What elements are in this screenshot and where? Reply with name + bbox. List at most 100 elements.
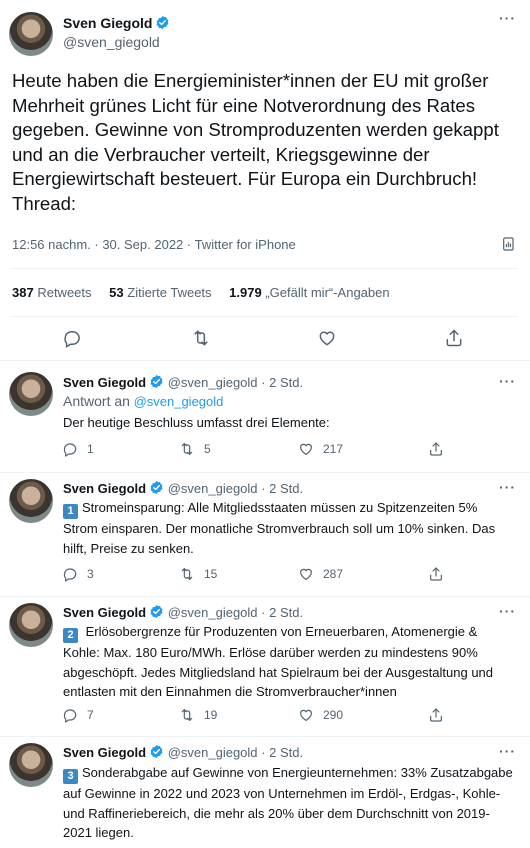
like-action[interactable]: 217 bbox=[298, 441, 343, 457]
author-name[interactable]: Sven Giegold bbox=[63, 375, 146, 390]
divider bbox=[0, 596, 530, 597]
tweet-text: Der heutige Beschluss umfasst drei Eleme… bbox=[63, 415, 330, 430]
tweet-timestamp[interactable]: 12:56 nachm. · 30. Sep. 2022 · Twitter f… bbox=[12, 237, 296, 252]
like-action[interactable]: 287 bbox=[298, 566, 343, 582]
author-handle[interactable]: @sven_giegold bbox=[168, 605, 258, 620]
like-action[interactable]: 290 bbox=[298, 707, 343, 723]
retweet-action[interactable]: 5 bbox=[179, 441, 211, 457]
author-avatar[interactable] bbox=[9, 12, 53, 56]
keycap-badge: 3 bbox=[63, 769, 78, 784]
retweet-count: 5 bbox=[204, 442, 211, 456]
author-handle[interactable]: @sven_giegold bbox=[168, 481, 258, 496]
reply-action[interactable]: 3 bbox=[62, 566, 94, 582]
verified-badge-icon bbox=[149, 374, 164, 389]
reply-header: Sven Giegold @sven_giegold · 2 Std. bbox=[63, 374, 303, 390]
tweet-time[interactable]: · 2 Std. bbox=[261, 481, 303, 496]
like-count: 287 bbox=[323, 567, 344, 581]
heart-icon bbox=[298, 441, 314, 457]
divider bbox=[12, 316, 518, 317]
tweet-time[interactable]: · 2 Std. bbox=[261, 605, 303, 620]
tweet-text-block: 2 Erlösobergrenze für Produzenten von Er… bbox=[63, 622, 515, 702]
avatar[interactable] bbox=[9, 743, 53, 787]
more-icon[interactable]: ··· bbox=[499, 743, 516, 759]
more-icon[interactable]: ··· bbox=[499, 479, 516, 495]
more-icon[interactable]: ··· bbox=[499, 10, 516, 26]
retweet-icon bbox=[179, 441, 195, 457]
verified-badge-icon bbox=[149, 604, 164, 619]
author-name[interactable]: Sven Giegold bbox=[63, 745, 146, 760]
tweet-text: Erlösobergrenze für Produzenten von Erne… bbox=[63, 624, 494, 699]
reply-to-handle[interactable]: @sven_giegold bbox=[134, 394, 224, 409]
avatar[interactable] bbox=[9, 603, 53, 647]
reply-header: Sven Giegold @sven_giegold · 2 Std. bbox=[63, 744, 303, 760]
author-name[interactable]: Sven Giegold bbox=[63, 15, 152, 31]
share-icon bbox=[428, 707, 444, 723]
verified-badge-icon bbox=[149, 480, 164, 495]
likes-label: „Gefällt mir“-Angaben bbox=[265, 285, 390, 300]
reply-to-label: Antwort an bbox=[63, 393, 130, 409]
avatar[interactable] bbox=[9, 372, 53, 416]
author-handle[interactable]: @sven_giegold bbox=[168, 745, 258, 760]
divider bbox=[0, 736, 530, 737]
share-icon[interactable] bbox=[444, 328, 464, 348]
more-icon[interactable]: ··· bbox=[499, 603, 516, 619]
author-name[interactable]: Sven Giegold bbox=[63, 481, 146, 496]
tweet-text: Stromeinsparung: Alle Mitgliedsstaaten m… bbox=[63, 500, 496, 556]
reply-count: 3 bbox=[87, 567, 94, 581]
reply-header: Sven Giegold @sven_giegold · 2 Std. bbox=[63, 604, 303, 620]
keycap-badge: 2 bbox=[63, 628, 78, 643]
more-icon[interactable]: ··· bbox=[499, 373, 516, 389]
retweets-stat[interactable]: 387 Retweets bbox=[12, 285, 92, 300]
retweet-action[interactable]: 15 bbox=[179, 566, 217, 582]
heart-icon[interactable] bbox=[317, 328, 337, 348]
reply-icon bbox=[62, 441, 78, 457]
retweet-icon bbox=[179, 707, 195, 723]
likes-count: 1.979 bbox=[229, 285, 262, 300]
quotes-stat[interactable]: 53 Zitierte Tweets bbox=[109, 285, 211, 300]
likes-stat[interactable]: 1.979 „Gefällt mir“-Angaben bbox=[229, 285, 389, 300]
share-action[interactable] bbox=[428, 441, 444, 457]
reply-action[interactable]: 1 bbox=[62, 441, 94, 457]
reply-icon[interactable] bbox=[62, 328, 82, 348]
divider bbox=[12, 268, 518, 269]
verified-badge-icon bbox=[149, 744, 164, 759]
retweet-icon bbox=[179, 566, 195, 582]
reply-context: Antwort an @sven_giegold bbox=[63, 392, 515, 412]
tweet-text-block: 3 Sonderabgabe auf Gewinne von Energieunt… bbox=[63, 763, 515, 843]
author-handle[interactable]: @sven_giegold bbox=[168, 375, 258, 390]
tweet-text: Heute haben die Energieminister*innen de… bbox=[12, 70, 499, 214]
retweets-label: Retweets bbox=[37, 285, 92, 300]
retweet-icon[interactable] bbox=[191, 328, 211, 348]
reply-count: 7 bbox=[87, 708, 94, 722]
share-action[interactable] bbox=[428, 707, 444, 723]
tweet-time[interactable]: · 2 Std. bbox=[261, 375, 303, 390]
retweet-count: 15 bbox=[204, 567, 218, 581]
avatar[interactable] bbox=[9, 479, 53, 523]
retweets-count: 387 bbox=[12, 285, 34, 300]
tweet-text: Sonderabgabe auf Gewinne von Energieunte… bbox=[63, 765, 513, 840]
quotes-count: 53 bbox=[109, 285, 124, 300]
share-icon bbox=[428, 566, 444, 582]
reply-icon bbox=[62, 566, 78, 582]
author-handle[interactable]: @sven_giegold bbox=[63, 34, 160, 50]
engagement-stats: 387 Retweets 53 Zitierte Tweets 1.979 „G… bbox=[12, 285, 390, 300]
retweet-action[interactable]: 19 bbox=[179, 707, 217, 723]
divider bbox=[0, 472, 530, 473]
reply-action[interactable]: 7 bbox=[62, 707, 94, 723]
reply-icon bbox=[62, 707, 78, 723]
verified-badge-icon bbox=[155, 15, 170, 30]
heart-icon bbox=[298, 566, 314, 582]
retweet-count: 19 bbox=[204, 708, 218, 722]
quotes-label: Zitierte Tweets bbox=[127, 285, 212, 300]
reply-count: 1 bbox=[87, 442, 94, 456]
share-action[interactable] bbox=[428, 566, 444, 582]
analytics-icon[interactable] bbox=[501, 236, 517, 252]
author-name-row[interactable]: Sven Giegold bbox=[63, 15, 170, 33]
tweet-time[interactable]: · 2 Std. bbox=[261, 745, 303, 760]
like-count: 217 bbox=[323, 442, 344, 456]
author-name[interactable]: Sven Giegold bbox=[63, 605, 146, 620]
keycap-badge: 1 bbox=[63, 504, 78, 519]
tweet-text-block: 1 Stromeinsparung: Alle Mitgliedsstaaten … bbox=[63, 498, 515, 558]
divider bbox=[0, 360, 530, 361]
share-icon bbox=[428, 441, 444, 457]
